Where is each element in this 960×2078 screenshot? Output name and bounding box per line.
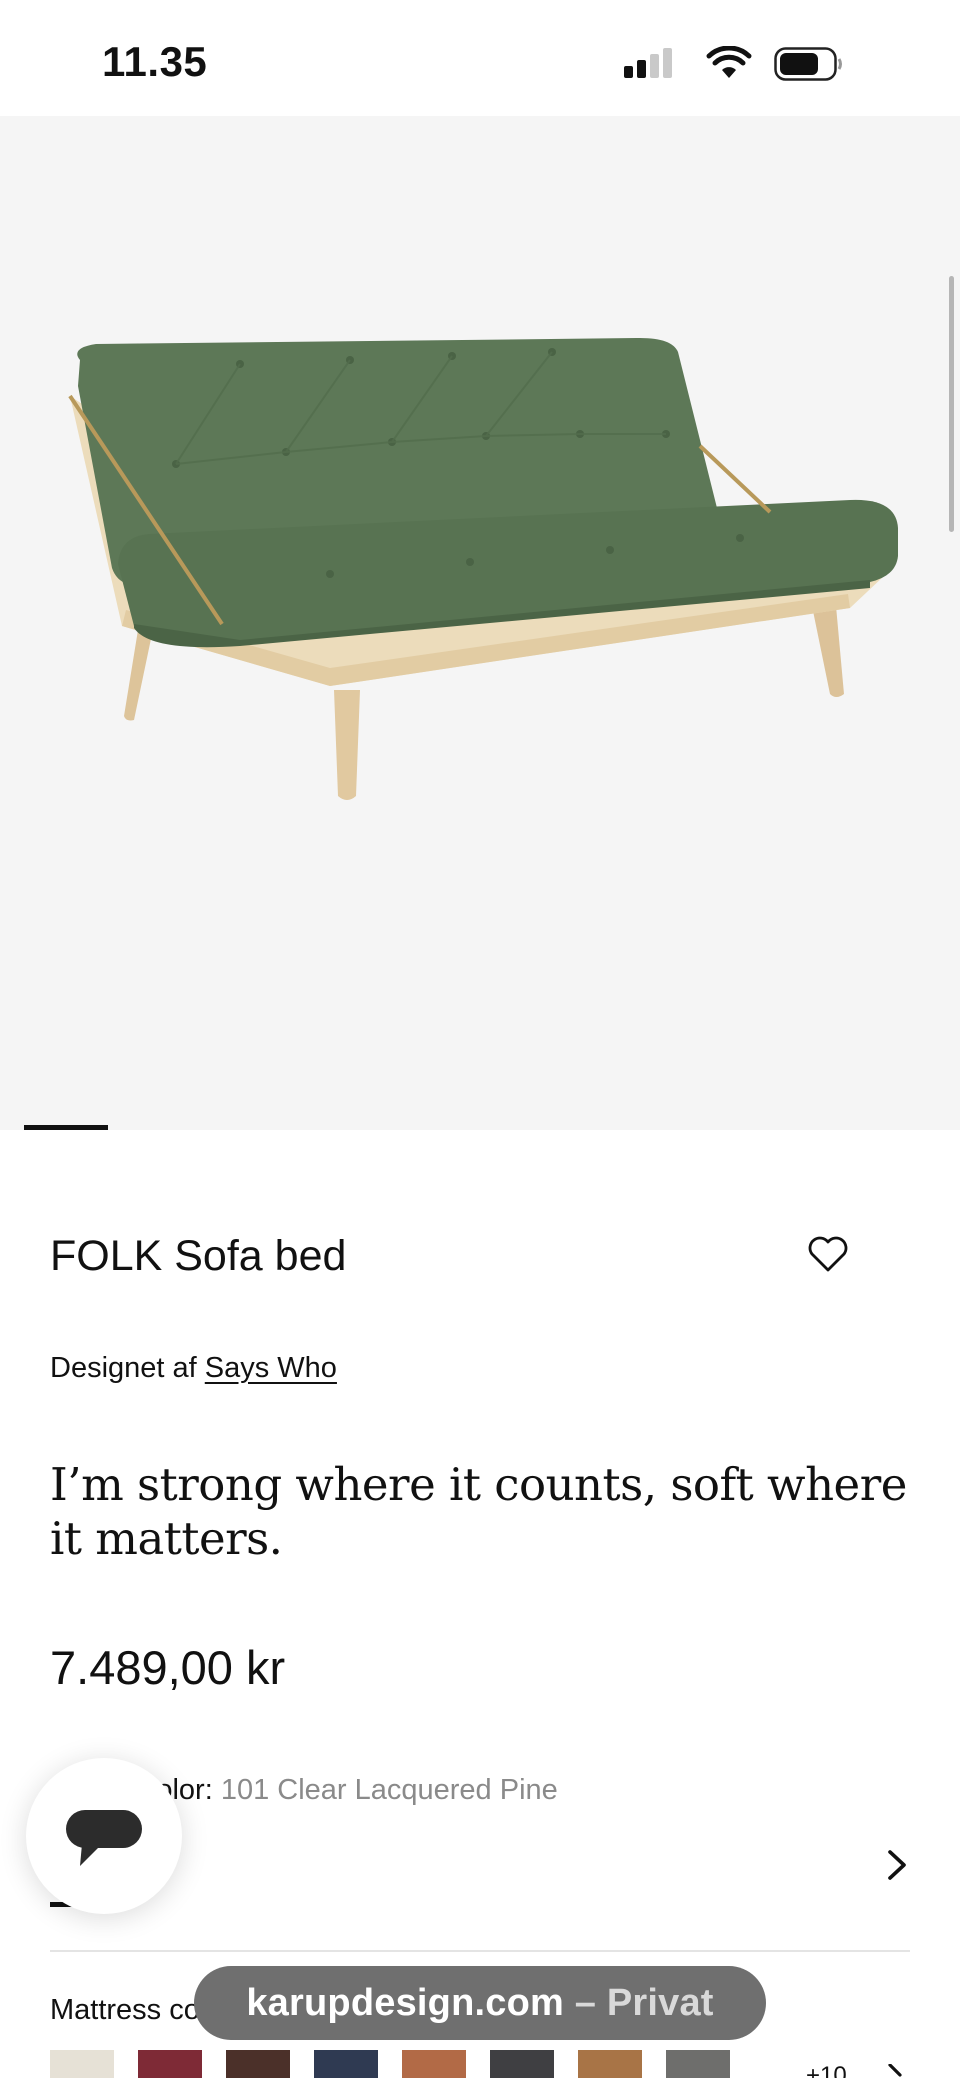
mattress-swatch[interactable] <box>138 2050 202 2078</box>
carousel-indicator[interactable] <box>24 1125 108 1130</box>
chat-button[interactable] <box>26 1758 182 1914</box>
url-domain: karupdesign.com <box>246 1981 564 2024</box>
product-tagline: I’m strong where it counts, soft where i… <box>50 1458 907 1565</box>
gallery-scrollbar[interactable] <box>949 276 954 532</box>
url-private-mode: – Privat <box>564 1982 714 2025</box>
mattress-swatch[interactable] <box>666 2050 730 2078</box>
more-swatches-count[interactable]: +10 <box>806 2062 847 2078</box>
chevron-right-icon[interactable] <box>884 1848 910 1882</box>
wifi-icon <box>706 46 752 78</box>
chevron-right-icon[interactable] <box>884 2064 908 2078</box>
status-icons <box>624 44 894 84</box>
product-title: FOLK Sofa bed <box>50 1232 347 1280</box>
mattress-swatch[interactable] <box>50 2050 114 2078</box>
mattress-swatch[interactable] <box>226 2050 290 2078</box>
browser-url-bar[interactable]: karupdesign.com – Privat <box>194 1966 766 2040</box>
mattress-swatch[interactable] <box>490 2050 554 2078</box>
status-bar: 11.35 <box>0 0 960 116</box>
designer-line: Designet af Says Who <box>50 1352 337 1385</box>
mattress-swatch[interactable] <box>314 2050 378 2078</box>
divider <box>50 1950 910 1952</box>
product-price: 7.489,00 kr <box>50 1641 286 1694</box>
battery-icon <box>774 47 842 81</box>
chat-bubble-icon <box>66 1810 142 1866</box>
designer-link[interactable]: Says Who <box>205 1352 337 1384</box>
sofa-bed-product-photo <box>68 338 898 800</box>
cellular-signal-icon <box>624 44 684 84</box>
status-time: 11.35 <box>102 38 208 85</box>
heart-icon[interactable] <box>806 1234 850 1274</box>
mattress-swatch[interactable] <box>578 2050 642 2078</box>
mattress-swatch[interactable] <box>402 2050 466 2078</box>
product-image-gallery[interactable] <box>0 116 960 1130</box>
frame-color-value: 101 Clear Lacquered Pine <box>220 1774 558 1806</box>
url-private-mode-label: – Privat <box>574 1981 714 2024</box>
designer-prefix: Designet af <box>50 1352 197 1384</box>
